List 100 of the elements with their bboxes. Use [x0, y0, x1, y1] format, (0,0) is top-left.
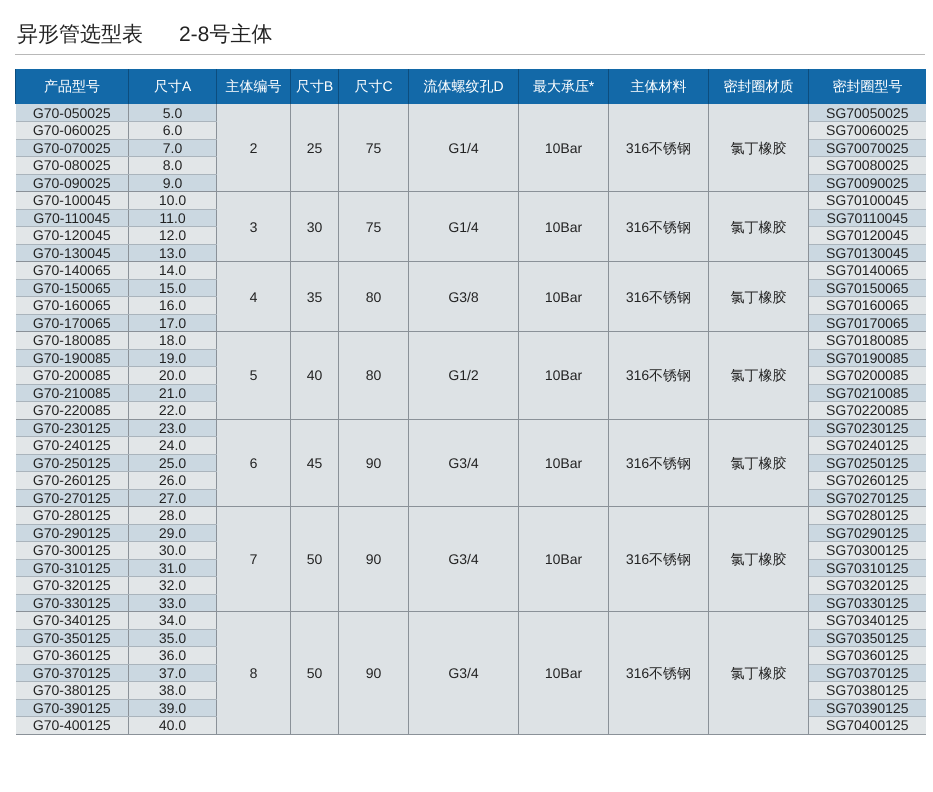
table-cell: SG70200085	[808, 366, 926, 384]
table-cell: 10Bar	[518, 332, 608, 419]
table-cell: G70-120045	[16, 226, 128, 244]
table-cell: G70-320125	[16, 576, 128, 594]
table-cell: G70-370125	[16, 664, 128, 682]
table-cell: 3	[216, 192, 290, 262]
table-cell: 80	[338, 332, 408, 419]
table-cell: G70-050025	[16, 104, 128, 122]
table-cell: SG70190085	[808, 349, 926, 366]
table-cell: 38.0	[128, 682, 216, 699]
table-cell: G70-290125	[16, 524, 128, 542]
table-cell: G1/4	[408, 192, 518, 262]
table-cell: 氯丁橡胶	[708, 192, 808, 262]
table-cell: SG70370125	[808, 664, 926, 682]
table-cell: SG70170065	[808, 314, 926, 332]
column-header: 密封圈材质	[708, 69, 808, 104]
table-cell: SG70130045	[808, 244, 926, 262]
table-cell: 75	[338, 104, 408, 192]
table-cell: G70-300125	[16, 542, 128, 559]
table-cell: SG70400125	[808, 716, 926, 734]
column-header: 尺寸A	[128, 69, 216, 104]
table-cell: G70-380125	[16, 682, 128, 699]
table-cell: SG70240125	[808, 436, 926, 454]
table-cell: 316不锈钢	[608, 332, 708, 419]
table-cell: 9.0	[128, 174, 216, 192]
column-header: 主体编号	[216, 69, 290, 104]
table-cell: G70-080025	[16, 156, 128, 174]
table-cell: SG70310125	[808, 559, 926, 576]
table-cell: 35	[290, 262, 338, 332]
table-cell: 27.0	[128, 489, 216, 506]
table-cell: 316不锈钢	[608, 104, 708, 192]
table-cell: 2	[216, 104, 290, 192]
table-cell: 25	[290, 104, 338, 192]
table-cell: SG70250125	[808, 454, 926, 472]
table-cell: SG70320125	[808, 576, 926, 594]
table-cell: 7	[216, 506, 290, 612]
table-cell: G70-130045	[16, 244, 128, 262]
table-cell: G1/4	[408, 104, 518, 192]
table-cell: SG70070025	[808, 139, 926, 156]
table-cell: G70-210085	[16, 384, 128, 402]
table-cell: SG70380125	[808, 682, 926, 699]
table-cell: 14.0	[128, 262, 216, 279]
table-cell: G70-110045	[16, 209, 128, 226]
table-cell: SG70080025	[808, 156, 926, 174]
table-cell: 氯丁橡胶	[708, 612, 808, 734]
table-cell: 6	[216, 419, 290, 506]
table-cell: 50	[290, 506, 338, 612]
table-cell: 30	[290, 192, 338, 262]
table-cell: 10Bar	[518, 262, 608, 332]
table-cell: 5.0	[128, 104, 216, 122]
table-cell: 37.0	[128, 664, 216, 682]
table-cell: 8	[216, 612, 290, 734]
table-cell: SG70060025	[808, 122, 926, 139]
table-cell: G3/8	[408, 262, 518, 332]
column-header: 流体螺纹孔D	[408, 69, 518, 104]
table-cell: 23.0	[128, 419, 216, 436]
table-cell: G70-090025	[16, 174, 128, 192]
table-cell: 8.0	[128, 156, 216, 174]
table-cell: 10Bar	[518, 104, 608, 192]
page-title: 异形管选型表	[17, 22, 143, 48]
table-cell: 316不锈钢	[608, 419, 708, 506]
table-cell: 90	[338, 506, 408, 612]
table-cell: 21.0	[128, 384, 216, 402]
table-cell: SG70300125	[808, 542, 926, 559]
table-cell: 11.0	[128, 209, 216, 226]
table-cell: 10Bar	[518, 192, 608, 262]
table-cell: G3/4	[408, 612, 518, 734]
table-cell: G70-260125	[16, 472, 128, 489]
table-cell: G70-150065	[16, 279, 128, 296]
table-cell: 30.0	[128, 542, 216, 559]
table-cell: 10Bar	[518, 419, 608, 506]
table-cell: 4	[216, 262, 290, 332]
column-header: 最大承压*	[518, 69, 608, 104]
table-cell: G1/2	[408, 332, 518, 419]
table-cell: SG70340125	[808, 612, 926, 629]
table-cell: 15.0	[128, 279, 216, 296]
table-cell: 氯丁橡胶	[708, 419, 808, 506]
table-cell: 75	[338, 192, 408, 262]
table-cell: 90	[338, 419, 408, 506]
table-cell: SG70150065	[808, 279, 926, 296]
table-cell: G70-340125	[16, 612, 128, 629]
table-cell: 7.0	[128, 139, 216, 156]
table-cell: 10Bar	[518, 612, 608, 734]
table-cell: 24.0	[128, 436, 216, 454]
table-cell: 316不锈钢	[608, 192, 708, 262]
table-cell: 20.0	[128, 366, 216, 384]
table-cell: 39.0	[128, 699, 216, 716]
table-cell: G70-330125	[16, 594, 128, 612]
table-cell: G70-360125	[16, 646, 128, 664]
table-cell: 12.0	[128, 226, 216, 244]
table-cell: SG70160065	[808, 296, 926, 314]
table-cell: SG70090025	[808, 174, 926, 192]
table-cell: SG70260125	[808, 472, 926, 489]
column-header: 产品型号	[16, 69, 128, 104]
table-cell: G70-240125	[16, 436, 128, 454]
table-cell: 45	[290, 419, 338, 506]
page-subtitle: 2-8号主体	[179, 22, 272, 48]
table-cell: 6.0	[128, 122, 216, 139]
table-cell: 10Bar	[518, 506, 608, 612]
table-cell: G70-180085	[16, 332, 128, 349]
